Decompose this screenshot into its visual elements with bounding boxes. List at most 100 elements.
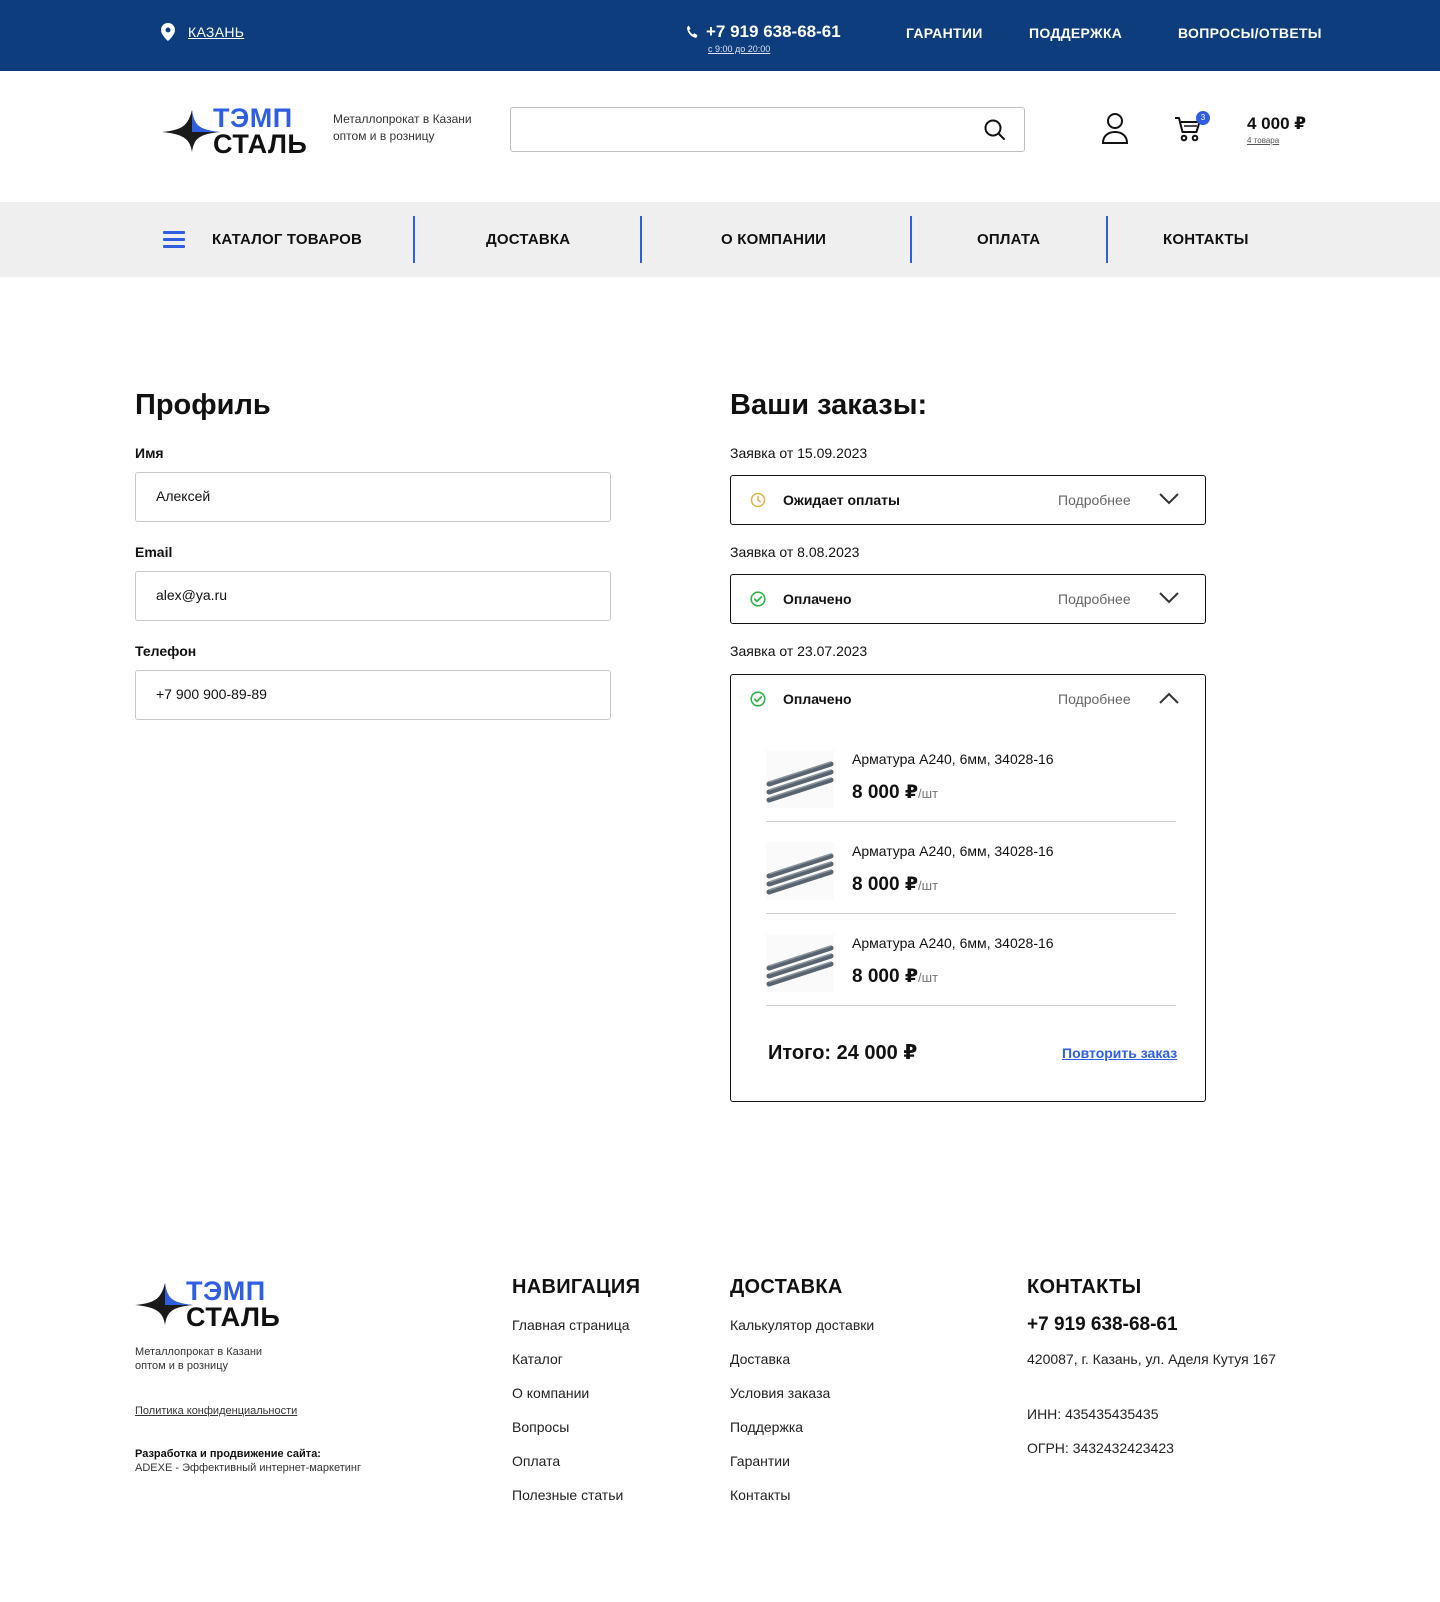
footer-link-calculator[interactable]: Калькулятор доставки <box>730 1317 874 1333</box>
search-input[interactable] <box>510 107 1025 152</box>
topbar-link-faq[interactable]: ВОПРОСЫ/ОТВЕТЫ <box>1178 25 1322 41</box>
logo-line-2: СТАЛЬ <box>213 129 308 159</box>
footer-link-articles[interactable]: Полезные статьи <box>512 1487 623 1503</box>
order-header[interactable]: Оплачено Подробнее <box>731 575 1205 623</box>
order-date: Заявка от 15.09.2023 <box>730 445 868 461</box>
nav-divider <box>640 216 642 263</box>
product-price: 8 000 ₽/шт <box>852 781 938 804</box>
chevron-down-icon[interactable] <box>1159 592 1179 604</box>
search-icon[interactable] <box>984 119 1006 141</box>
order-card-expanded[interactable]: Оплачено Подробнее Арматура А240, 6мм, 3… <box>730 674 1206 1102</box>
footer-link-support[interactable]: Поддержка <box>730 1419 803 1435</box>
nav-payment[interactable]: ОПЛАТА <box>977 231 1040 248</box>
rebar-image <box>766 750 834 808</box>
orders-title: Ваши заказы: <box>730 389 928 421</box>
tagline-line-1: Металлопрокат в Казани <box>333 112 472 126</box>
name-field[interactable]: Алексей <box>135 472 611 522</box>
footer-link-catalog[interactable]: Каталог <box>512 1351 563 1367</box>
product-price: 8 000 ₽/шт <box>852 873 938 896</box>
chevron-down-icon[interactable] <box>1159 493 1179 505</box>
tagline-line-1: Металлопрокат в Казани <box>135 1346 263 1358</box>
order-header[interactable]: Оплачено Подробнее <box>731 675 1205 723</box>
topbar-link-support[interactable]: ПОДДЕРЖКА <box>1029 25 1122 41</box>
cart-items-count[interactable]: 4 товара <box>1247 136 1306 145</box>
burger-menu-icon[interactable] <box>163 231 185 252</box>
order-card[interactable]: Оплачено Подробнее <box>730 574 1206 624</box>
rebar-image <box>766 842 834 900</box>
nav-delivery[interactable]: ДОСТАВКА <box>486 231 570 248</box>
logo-line-1: ТЭМП <box>213 103 293 133</box>
order-card[interactable]: Ожидает оплаты Подробнее <box>730 475 1206 525</box>
product-name[interactable]: Арматура А240, 6мм, 34028-16 <box>852 935 1054 951</box>
nav-contacts[interactable]: КОНТАКТЫ <box>1163 231 1249 248</box>
footer-link-terms[interactable]: Условия заказа <box>730 1385 830 1401</box>
nav-divider <box>1106 216 1108 263</box>
chevron-up-icon[interactable] <box>1159 692 1179 704</box>
logo-line-1: ТЭМП <box>186 1276 266 1306</box>
nav-divider <box>910 216 912 263</box>
order-product: Арматура А240, 6мм, 34028-16 8 000 ₽/шт <box>766 730 1176 822</box>
tagline-line-2: оптом и в розницу <box>135 1360 229 1372</box>
order-status: Ожидает оплаты <box>783 492 900 508</box>
clock-icon <box>750 492 766 508</box>
footer-link-contacts[interactable]: Контакты <box>730 1487 790 1503</box>
nav-catalog[interactable]: КАТАЛОГ ТОВАРОВ <box>212 231 362 248</box>
footer-phone[interactable]: +7 919 638-68-61 <box>1027 1314 1178 1336</box>
topbar-link-guarantees[interactable]: ГАРАНТИИ <box>906 25 983 41</box>
order-header[interactable]: Ожидает оплаты Подробнее <box>731 476 1205 524</box>
product-name[interactable]: Арматура А240, 6мм, 34028-16 <box>852 751 1054 767</box>
product-price: 8 000 ₽/шт <box>852 965 938 988</box>
main-nav: КАТАЛОГ ТОВАРОВ ДОСТАВКА О КОМПАНИИ ОПЛА… <box>0 202 1440 277</box>
footer-address: 420087, г. Казань, ул. Аделя Кутуя 167 <box>1027 1351 1276 1367</box>
logo-star-icon <box>162 110 220 152</box>
location-pin-icon <box>161 23 175 41</box>
footer-contacts-title: КОНТАКТЫ <box>1027 1276 1142 1298</box>
nav-divider <box>413 216 415 263</box>
user-account-icon[interactable] <box>1102 113 1128 144</box>
city-label[interactable]: КАЗАНЬ <box>188 24 244 40</box>
check-circle-icon <box>750 591 766 607</box>
phone-field[interactable]: +7 900 900-89-89 <box>135 670 611 720</box>
price-value: 8 000 ₽ <box>852 966 919 987</box>
price-unit: /шт <box>918 878 939 893</box>
nav-about[interactable]: О КОМПАНИИ <box>721 231 826 248</box>
cart-total: 4 000 ₽ <box>1247 114 1307 133</box>
email-label: Email <box>135 544 173 560</box>
footer-link-guarantees[interactable]: Гарантии <box>730 1453 790 1469</box>
footer-link-about[interactable]: О компании <box>512 1385 589 1401</box>
footer-delivery-title: ДОСТАВКА <box>730 1276 843 1298</box>
check-circle-icon <box>750 691 766 707</box>
order-total: Итого: 24 000 ₽ <box>768 1042 918 1064</box>
header-tagline: Металлопрокат в Казани оптом и в розницу <box>333 111 472 145</box>
footer-inn: ИНН: 435435435435 <box>1027 1406 1159 1422</box>
footer-ogrn: ОГРН: 3432432423423 <box>1027 1440 1174 1456</box>
dev-credit-text[interactable]: ADEXE - Эффективный интернет-маркетинг <box>135 1461 361 1475</box>
cart-summary[interactable]: 4 000 ₽ 4 товара <box>1247 114 1306 145</box>
order-status: Оплачено <box>783 691 852 707</box>
privacy-policy-link[interactable]: Политика конфиденциальности <box>135 1404 297 1418</box>
city-selector[interactable]: КАЗАНЬ <box>161 23 244 41</box>
phone-number[interactable]: +7 919 638-68-61 <box>706 22 841 42</box>
footer-nav-title: НАВИГАЦИЯ <box>512 1276 641 1298</box>
top-phone[interactable]: +7 919 638-68-61 с 9:00 до 20:00 <box>686 22 841 54</box>
order-product: Арматура А240, 6мм, 34028-16 8 000 ₽/шт <box>766 822 1176 914</box>
price-unit: /шт <box>918 970 939 985</box>
footer-link-payment[interactable]: Оплата <box>512 1453 560 1469</box>
order-details-link[interactable]: Подробнее <box>1058 591 1131 607</box>
header: ТЭМП СТАЛЬ Металлопрокат в Казани оптом … <box>0 71 1440 202</box>
email-field[interactable]: alex@ya.ru <box>135 571 611 621</box>
top-bar: КАЗАНЬ +7 919 638-68-61 с 9:00 до 20:00 … <box>0 0 1440 71</box>
repeat-order-link[interactable]: Повторить заказ <box>1062 1045 1177 1061</box>
order-details-link[interactable]: Подробнее <box>1058 691 1131 707</box>
order-product: Арматура А240, 6мм, 34028-16 8 000 ₽/шт <box>766 914 1176 1006</box>
price-unit: /шт <box>918 786 939 801</box>
footer-link-delivery[interactable]: Доставка <box>730 1351 790 1367</box>
footer-link-questions[interactable]: Вопросы <box>512 1419 569 1435</box>
price-value: 8 000 ₽ <box>852 874 919 895</box>
order-status: Оплачено <box>783 591 852 607</box>
phone-icon <box>687 25 698 38</box>
footer-link-home[interactable]: Главная страница <box>512 1317 630 1333</box>
product-name[interactable]: Арматура А240, 6мм, 34028-16 <box>852 843 1054 859</box>
logo-star-icon <box>135 1283 193 1325</box>
order-details-link[interactable]: Подробнее <box>1058 492 1131 508</box>
